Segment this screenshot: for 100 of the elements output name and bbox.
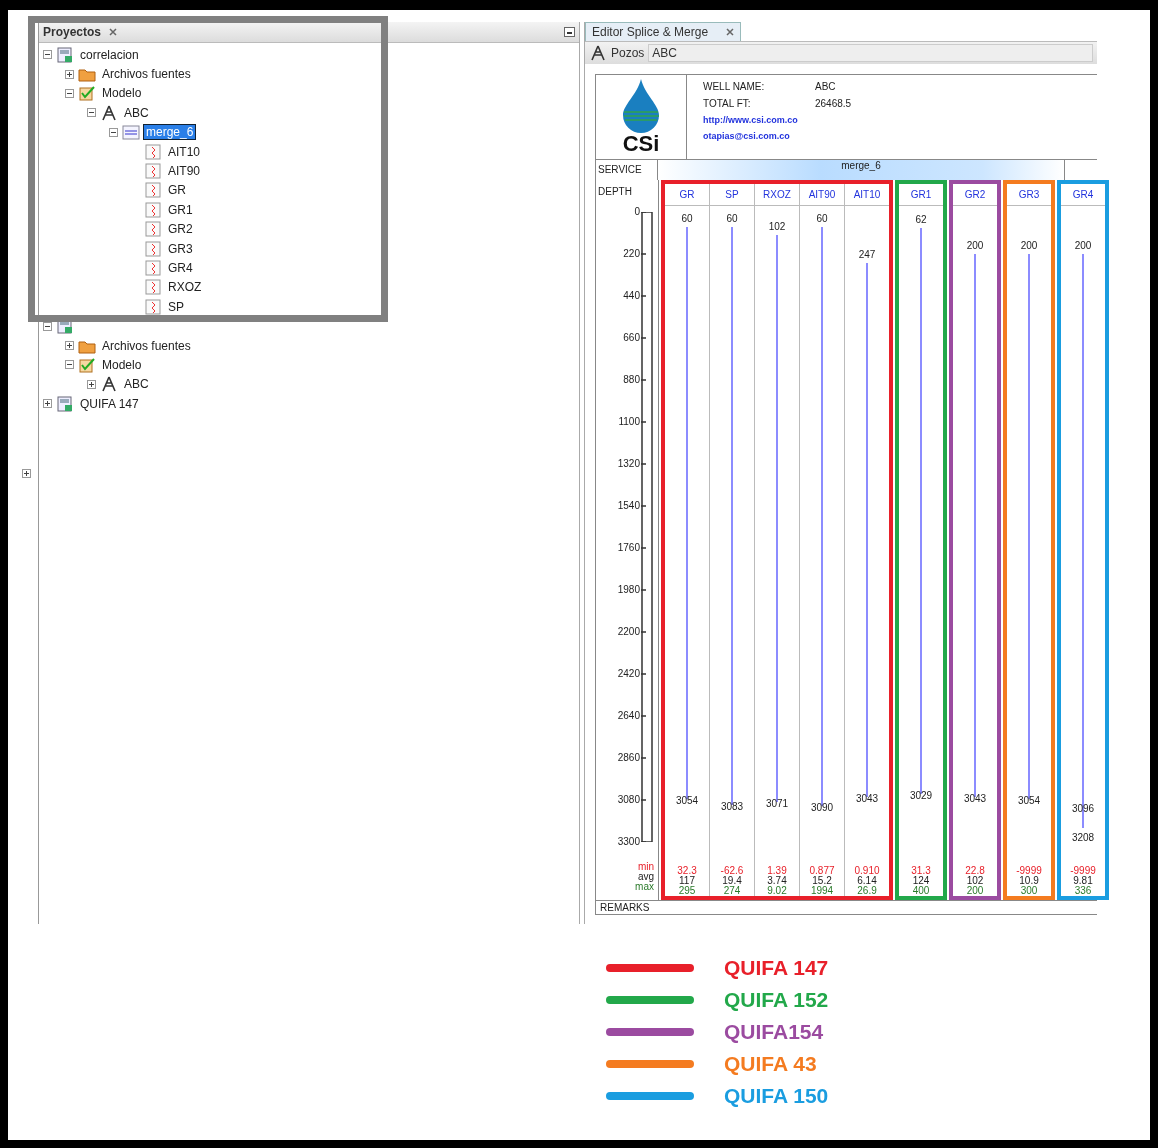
field-label: TOTAL FT: <box>703 98 752 109</box>
curve-icon <box>144 279 162 296</box>
tree-item[interactable]: GR1 <box>166 202 195 217</box>
min-value: -62.6 <box>720 866 744 876</box>
legend-label: QUIFA 152 <box>724 988 829 1012</box>
tree-item[interactable]: correlacion <box>78 47 141 62</box>
tree-item[interactable]: ABC <box>122 105 151 120</box>
tree-item[interactable]: Modelo <box>100 357 144 372</box>
tree-item[interactable]: SP <box>166 299 186 314</box>
depth-tick-label: 2860 <box>617 752 640 763</box>
field-value: 26468.5 <box>815 98 852 109</box>
depth-label: DEPTH <box>598 185 632 197</box>
min-value: 0.910 <box>854 866 880 876</box>
stat-label: min <box>637 862 654 872</box>
tree-item[interactable]: Archivos fuentes <box>100 67 193 82</box>
file-icon <box>56 395 74 412</box>
tree-item[interactable]: GR3 <box>166 241 195 256</box>
min-value: 1.39 <box>767 866 787 876</box>
close-icon[interactable] <box>109 28 118 36</box>
max-value: 336 <box>1074 886 1092 896</box>
depth-tick-label: 1760 <box>617 542 640 553</box>
max-value: 200 <box>966 886 984 896</box>
depth-tick-label: 0 <box>634 206 640 217</box>
tower-icon <box>100 104 118 121</box>
collapse-icon[interactable] <box>65 88 74 98</box>
depth-value: 247 <box>857 249 877 261</box>
curve-icon <box>144 221 162 238</box>
depth-value: 3054 <box>1016 795 1042 807</box>
depth-value: 60 <box>725 213 739 225</box>
expand-icon[interactable] <box>65 69 74 79</box>
well-field[interactable]: ABC <box>648 44 1093 62</box>
depth-value: 3043 <box>854 792 880 804</box>
track-header: GR4 <box>1072 189 1094 200</box>
curve-icon <box>144 182 162 199</box>
panel-tab[interactable]: Proyectos <box>43 25 102 39</box>
legend-label: QUIFA 43 <box>724 1052 817 1076</box>
max-value: 9.02 <box>767 886 787 896</box>
collapse-icon[interactable] <box>65 360 74 370</box>
curve-icon <box>144 240 162 257</box>
tree-item[interactable]: RXOZ <box>166 280 204 295</box>
drop-logo-icon <box>621 79 661 133</box>
tree-item[interactable]: merge_6 <box>144 125 196 140</box>
tree-item[interactable]: GR4 <box>166 261 195 275</box>
file-icon <box>56 46 74 63</box>
track-header: AIT90 <box>808 189 836 200</box>
max-value: 300 <box>1020 886 1038 896</box>
depth-tick-label: 1100 <box>618 416 640 427</box>
legend-label: QUIFA 147 <box>724 956 829 980</box>
collapse-icon[interactable] <box>87 108 96 118</box>
tree-item[interactable]: Modelo <box>100 86 144 101</box>
tree-item[interactable]: ABC <box>122 377 151 392</box>
curve-icon <box>144 163 162 180</box>
depth-value: 3071 <box>764 798 790 810</box>
expand-icon[interactable] <box>21 468 31 478</box>
depth-value: 62 <box>914 213 928 225</box>
max-value: 1994 <box>810 886 834 896</box>
depth-value: 200 <box>1019 240 1039 252</box>
curve-icon <box>144 260 162 276</box>
track-header: SP <box>725 189 739 200</box>
website-link[interactable]: http://www.csi.com.co <box>703 115 852 125</box>
depth-value: 3208 <box>1070 832 1096 844</box>
track-header: AIT10 <box>853 189 881 200</box>
folder-icon <box>78 66 96 83</box>
expand-icon[interactable] <box>65 341 74 351</box>
remarks-label: REMARKS <box>600 902 650 913</box>
field-value: ABC <box>815 81 836 92</box>
min-value: 0.877 <box>809 866 835 876</box>
expand-icon[interactable] <box>87 379 96 389</box>
curve-icon <box>144 143 162 160</box>
depth-value: 102 <box>767 221 787 233</box>
max-value: 400 <box>912 886 930 896</box>
depth-tick-label: 220 <box>623 248 640 259</box>
collapse-icon[interactable] <box>43 50 52 60</box>
min-value: -9999 <box>1016 866 1042 876</box>
depth-value: 200 <box>1073 240 1093 252</box>
avg-value: 19.4 <box>722 876 742 886</box>
expand-icon[interactable] <box>43 399 52 409</box>
depth-value: 60 <box>815 213 829 225</box>
close-icon[interactable] <box>726 28 735 36</box>
curve-icon <box>144 298 162 315</box>
collapse-icon[interactable] <box>43 321 52 331</box>
collapse-icon[interactable] <box>109 127 118 137</box>
depth-value: 60 <box>680 213 694 225</box>
tree-item[interactable]: AIT90 <box>166 164 202 179</box>
tree-item[interactable]: GR2 <box>166 222 195 237</box>
email-link[interactable]: otapias@csi.com.co <box>703 131 852 141</box>
log-icon <box>122 124 140 141</box>
max-value: 295 <box>678 886 696 896</box>
editor-tab[interactable]: Editor Splice & Merge <box>585 22 742 41</box>
tree-item[interactable]: Archivos fuentes <box>100 338 193 353</box>
tree-item[interactable]: AIT10 <box>166 144 202 159</box>
avg-value: 124 <box>912 876 930 886</box>
tree-item[interactable]: GR <box>166 183 188 198</box>
depth-value: 3096 <box>1070 803 1096 815</box>
min-value: 22.8 <box>965 866 985 876</box>
avg-value: 6.14 <box>857 876 877 886</box>
tree-item[interactable]: QUIFA 147 <box>78 396 141 411</box>
minimize-icon[interactable] <box>564 27 575 37</box>
depth-tick-label: 3300 <box>617 836 640 847</box>
checklist-icon <box>78 85 96 102</box>
